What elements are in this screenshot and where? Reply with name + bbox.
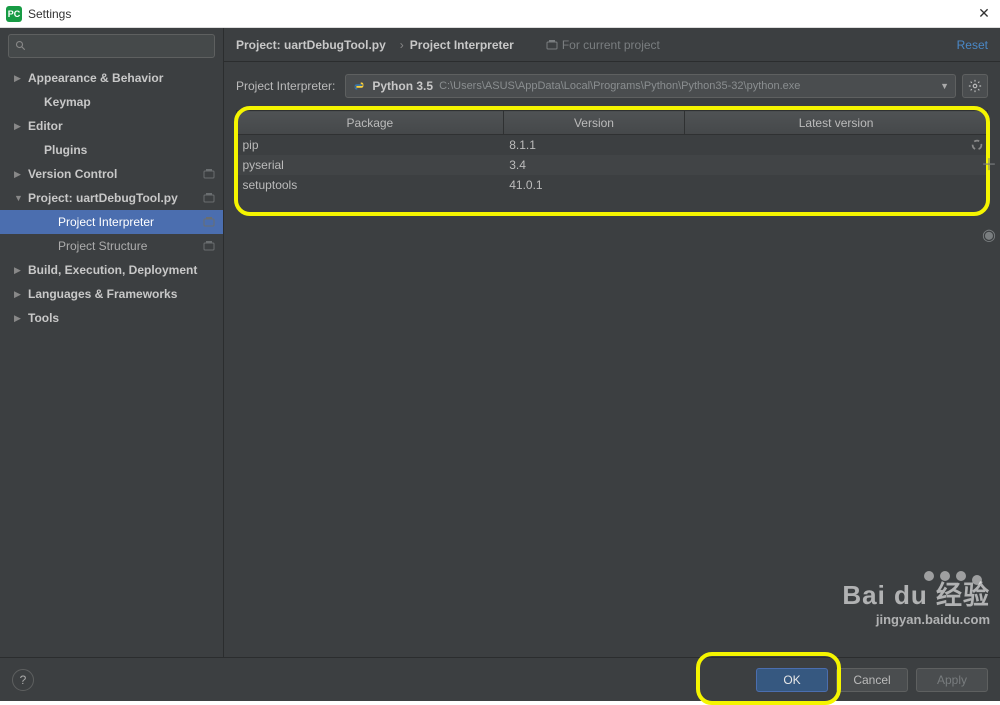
project-badge-icon xyxy=(203,192,215,204)
sidebar-item[interactable]: Project Structure xyxy=(0,234,223,258)
footer-buttons: OK Cancel Apply xyxy=(756,668,988,692)
expander-icon: ▶ xyxy=(14,121,24,132)
sidebar-item[interactable]: Project Interpreter xyxy=(0,210,223,234)
cancel-button[interactable]: Cancel xyxy=(836,668,908,692)
sidebar-item[interactable]: ▶ Editor xyxy=(0,114,223,138)
sidebar: ▶ Appearance & Behavior Keymap ▶ Editor Plugi… xyxy=(0,28,224,657)
content-area: ▶ Appearance & Behavior Keymap ▶ Editor Plugi… xyxy=(0,28,1000,657)
sidebar-item-label: Project Structure xyxy=(58,239,203,253)
app-icon: PC xyxy=(6,6,22,22)
sidebar-item[interactable]: Plugins xyxy=(0,138,223,162)
sidebar-item-label: Project: uartDebugTool.py xyxy=(28,191,203,205)
watermark: Bai du 经验 jingyan.baidu.com xyxy=(842,575,990,627)
expander-icon: ▼ xyxy=(14,193,24,203)
for-current-project-badge: For current project xyxy=(546,38,660,52)
chevron-right-icon: › xyxy=(400,38,404,52)
table-cell: pip xyxy=(237,135,504,155)
package-area: PackageVersionLatest version pip8.1.1pys… xyxy=(236,110,988,195)
main-header: Project: uartDebugTool.py › Project Inte… xyxy=(224,28,1000,62)
chevron-down-icon: ▼ xyxy=(940,81,949,91)
settings-tree: ▶ Appearance & Behavior Keymap ▶ Editor Plugi… xyxy=(0,64,223,657)
search-input-wrapper[interactable] xyxy=(8,34,215,58)
sidebar-item-label: Appearance & Behavior xyxy=(28,71,215,85)
table-header[interactable]: Version xyxy=(503,111,684,135)
window-title: Settings xyxy=(28,7,974,21)
footer: ? OK Cancel Apply xyxy=(0,657,1000,701)
loading-spinner-icon xyxy=(970,138,984,152)
close-icon[interactable]: ✕ xyxy=(974,5,994,22)
window-body: ▶ Appearance & Behavior Keymap ▶ Editor Plugi… xyxy=(0,28,1000,701)
project-badge-icon xyxy=(203,168,215,180)
breadcrumb: Project: uartDebugTool.py xyxy=(236,38,386,52)
table-cell xyxy=(685,135,988,155)
packages-table[interactable]: PackageVersionLatest version pip8.1.1pys… xyxy=(236,110,988,195)
sidebar-item-label: Build, Execution, Deployment xyxy=(28,263,215,277)
project-badge-icon xyxy=(546,39,558,51)
sidebar-item[interactable]: ▶ Build, Execution, Deployment xyxy=(0,258,223,282)
table-cell: setuptools xyxy=(237,175,504,195)
interpreter-row: Project Interpreter: Python 3.5 C:\Users… xyxy=(224,62,1000,106)
ok-button[interactable]: OK xyxy=(756,668,828,692)
add-package-button[interactable]: ＋ xyxy=(978,152,1000,174)
search-icon xyxy=(15,40,27,52)
sidebar-item[interactable]: ▼ Project: uartDebugTool.py xyxy=(0,186,223,210)
expander-icon: ▶ xyxy=(14,289,24,300)
sidebar-item[interactable]: ▶ Tools xyxy=(0,306,223,330)
package-side-buttons: ＋ ◉ xyxy=(978,152,1000,246)
sidebar-item[interactable]: ▶ Appearance & Behavior xyxy=(0,66,223,90)
sidebar-item-label: Version Control xyxy=(28,167,203,181)
interpreter-label: Project Interpreter: xyxy=(236,79,335,93)
interpreter-settings-button[interactable] xyxy=(962,74,988,98)
table-cell: pyserial xyxy=(237,155,504,175)
sidebar-item-label: Languages & Frameworks xyxy=(28,287,215,301)
sidebar-item[interactable]: Keymap xyxy=(0,90,223,114)
python-icon xyxy=(352,79,366,93)
expander-icon: ▶ xyxy=(14,169,24,180)
breadcrumb: Project Interpreter xyxy=(410,38,514,52)
project-badge-icon xyxy=(203,240,215,252)
table-cell: 3.4 xyxy=(503,155,684,175)
search-input[interactable] xyxy=(31,39,208,53)
table-cell: 41.0.1 xyxy=(503,175,684,195)
table-cell xyxy=(685,155,988,175)
table-cell xyxy=(685,175,988,195)
expander-icon: ▶ xyxy=(14,73,24,84)
titlebar: PC Settings ✕ xyxy=(0,0,1000,28)
table-header[interactable]: Latest version xyxy=(685,111,988,135)
interpreter-path: C:\Users\ASUS\AppData\Local\Programs\Pyt… xyxy=(439,80,934,92)
sidebar-item-label: Keymap xyxy=(44,95,215,109)
sidebar-item-label: Project Interpreter xyxy=(58,215,203,229)
help-button[interactable]: ? xyxy=(12,669,34,691)
show-details-button[interactable]: ◉ xyxy=(978,224,1000,246)
table-header[interactable]: Package xyxy=(237,111,504,135)
expander-icon: ▶ xyxy=(14,313,24,324)
table-row[interactable]: setuptools41.0.1 xyxy=(237,175,988,195)
expander-icon: ▶ xyxy=(14,265,24,276)
table-cell: 8.1.1 xyxy=(503,135,684,155)
sidebar-item[interactable]: ▶ Version Control xyxy=(0,162,223,186)
sidebar-item-label: Tools xyxy=(28,311,215,325)
reset-link[interactable]: Reset xyxy=(957,38,988,52)
table-row[interactable]: pip8.1.1 xyxy=(237,135,988,155)
interpreter-combobox[interactable]: Python 3.5 C:\Users\ASUS\AppData\Local\P… xyxy=(345,74,956,98)
sidebar-item-label: Editor xyxy=(28,119,215,133)
apply-button[interactable]: Apply xyxy=(916,668,988,692)
project-badge-icon xyxy=(203,216,215,228)
sidebar-item-label: Plugins xyxy=(44,143,215,157)
sidebar-item[interactable]: ▶ Languages & Frameworks xyxy=(0,282,223,306)
gear-icon xyxy=(968,79,982,93)
watermark-decor xyxy=(924,571,982,585)
table-row[interactable]: pyserial3.4 xyxy=(237,155,988,175)
main-panel: Project: uartDebugTool.py › Project Inte… xyxy=(224,28,1000,657)
interpreter-name: Python 3.5 xyxy=(372,79,433,93)
